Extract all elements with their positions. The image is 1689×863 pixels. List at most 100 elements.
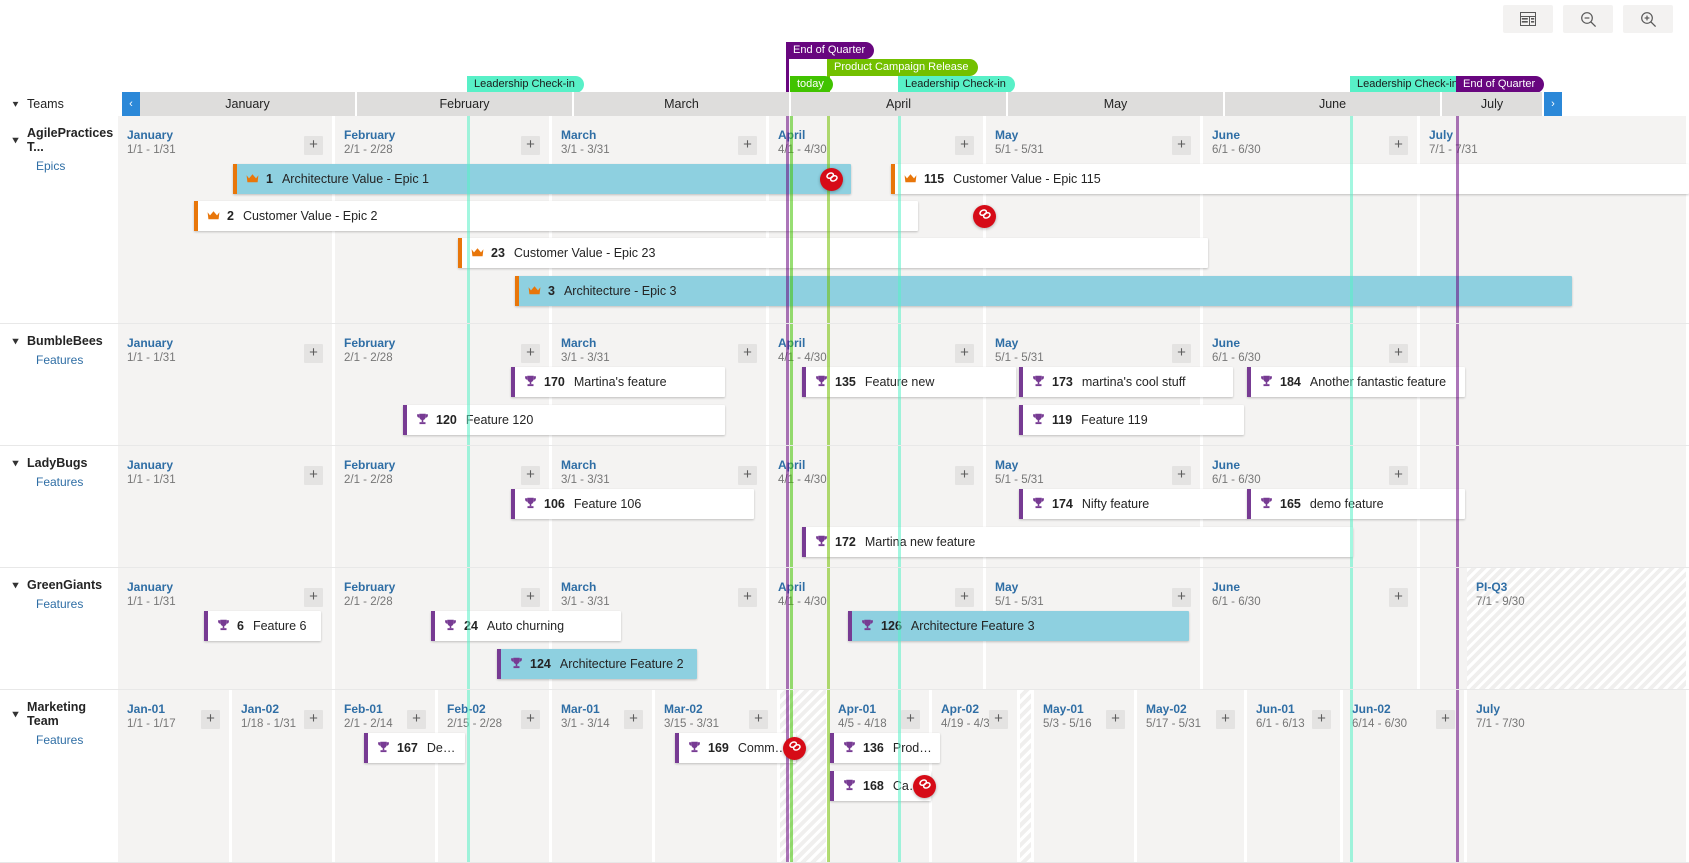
- add-item-button[interactable]: +: [1172, 344, 1191, 363]
- backlog-level-label[interactable]: Features: [13, 353, 118, 367]
- add-item-button[interactable]: +: [738, 588, 757, 607]
- add-item-button[interactable]: +: [521, 344, 540, 363]
- chevron-down-icon[interactable]: ▾: [13, 99, 19, 110]
- feature-bar[interactable]: 169Communica...: [675, 733, 796, 763]
- add-item-button[interactable]: +: [738, 344, 757, 363]
- add-item-button[interactable]: +: [1436, 710, 1455, 729]
- feature-bar[interactable]: 170 Martina's feature: [511, 367, 725, 397]
- team-name-row[interactable]: ▾ LadyBugs: [13, 456, 118, 470]
- teams-header[interactable]: ▾ Teams: [0, 92, 118, 116]
- add-item-button[interactable]: +: [1216, 710, 1235, 729]
- add-item-button[interactable]: +: [1312, 710, 1331, 729]
- iteration-cell[interactable]: May-02 5/17 - 5/31 +: [1137, 690, 1247, 862]
- iteration-cell[interactable]: July 7/1 - 7/30: [1467, 690, 1689, 862]
- add-item-button[interactable]: +: [738, 136, 757, 155]
- feature-bar[interactable]: 167 Develo...: [364, 733, 465, 763]
- add-item-button[interactable]: +: [521, 466, 540, 485]
- iteration-cell[interactable]: May-01 5/3 - 5/16 +: [1034, 690, 1137, 862]
- add-item-button[interactable]: +: [1172, 136, 1191, 155]
- add-item-button[interactable]: +: [1389, 136, 1408, 155]
- scroll-right-button[interactable]: ›: [1544, 92, 1562, 116]
- iteration-cell[interactable]: Feb-01 2/1 - 2/14 +: [335, 690, 438, 862]
- team-name-row[interactable]: ▾ BumbleBees: [13, 334, 118, 348]
- add-item-button[interactable]: +: [407, 710, 426, 729]
- feature-bar[interactable]: 172 Martina new feature: [802, 527, 1353, 557]
- backlog-level-label[interactable]: Features: [13, 475, 118, 489]
- add-item-button[interactable]: +: [304, 466, 323, 485]
- iteration-cell[interactable]: Mar-02 3/15 - 3/31 +: [655, 690, 780, 862]
- iteration-cell[interactable]: January 1/1 - 1/31 +: [118, 446, 335, 567]
- dependency-badge[interactable]: [783, 737, 806, 760]
- iteration-cell[interactable]: Jun-02 6/14 - 6/30 +: [1343, 690, 1467, 862]
- add-item-button[interactable]: +: [521, 710, 540, 729]
- milestone-marker[interactable]: End of Quarter: [786, 42, 875, 59]
- add-item-button[interactable]: +: [1389, 588, 1408, 607]
- dependency-badge[interactable]: [973, 205, 996, 228]
- milestone-marker[interactable]: Leadership Check-in: [467, 76, 584, 93]
- epic-bar[interactable]: 23 Customer Value - Epic 23: [458, 238, 1208, 268]
- backlog-level-label[interactable]: Features: [13, 597, 118, 611]
- milestone-marker[interactable]: today: [790, 76, 833, 93]
- add-item-button[interactable]: +: [304, 710, 323, 729]
- chevron-down-icon[interactable]: ▾: [13, 458, 19, 469]
- chevron-down-icon[interactable]: ▾: [13, 580, 19, 591]
- feature-bar[interactable]: 184 Another fantastic feature: [1247, 367, 1465, 397]
- feature-bar[interactable]: 24 Auto churning: [431, 611, 621, 641]
- add-item-button[interactable]: +: [201, 710, 220, 729]
- feature-bar[interactable]: 165 demo feature: [1247, 489, 1465, 519]
- add-item-button[interactable]: +: [624, 710, 643, 729]
- epic-bar[interactable]: 2 Customer Value - Epic 2: [194, 201, 918, 231]
- feature-bar[interactable]: 174 Nifty feature: [1019, 489, 1248, 519]
- chevron-down-icon[interactable]: ▾: [13, 336, 19, 347]
- iteration-cell[interactable]: Jan-01 1/1 - 1/17 +: [118, 690, 232, 862]
- add-item-button[interactable]: +: [1172, 588, 1191, 607]
- iteration-cell[interactable]: Feb-022/15 - 2/28+: [438, 690, 552, 862]
- iteration-cell[interactable]: June 6/1 - 6/30 +: [1203, 568, 1420, 689]
- iteration-cell[interactable]: Apr-02 4/19 - 4/30 +: [932, 690, 1020, 862]
- add-item-button[interactable]: +: [1389, 466, 1408, 485]
- add-item-button[interactable]: +: [1106, 710, 1125, 729]
- add-item-button[interactable]: +: [955, 466, 974, 485]
- dependency-badge[interactable]: [820, 168, 843, 191]
- add-item-button[interactable]: +: [738, 466, 757, 485]
- add-item-button[interactable]: +: [955, 344, 974, 363]
- add-item-button[interactable]: +: [304, 136, 323, 155]
- feature-bar[interactable]: 6 Feature 6: [204, 611, 321, 641]
- milestone-marker[interactable]: Leadership Check-in: [898, 76, 1015, 93]
- milestone-marker[interactable]: Leadership Check-in: [1350, 76, 1467, 93]
- add-item-button[interactable]: +: [989, 710, 1008, 729]
- dependency-badge[interactable]: [913, 775, 936, 798]
- milestone-marker[interactable]: Product Campaign Release: [827, 59, 978, 76]
- add-item-button[interactable]: +: [749, 710, 768, 729]
- team-name-row[interactable]: ▾ Marketing Team: [13, 700, 118, 728]
- backlog-level-label[interactable]: Features: [13, 733, 118, 747]
- feature-bar[interactable]: 136 Produc...: [830, 733, 940, 763]
- chevron-down-icon[interactable]: ▾: [13, 709, 19, 720]
- epic-bar[interactable]: 1 Architecture Value - Epic 1: [233, 164, 851, 194]
- feature-bar[interactable]: 106 Feature 106: [511, 489, 754, 519]
- epic-bar[interactable]: 115 Customer Value - Epic 115: [891, 164, 1689, 194]
- milestone-marker[interactable]: End of Quarter: [1456, 76, 1545, 93]
- backlog-level-label[interactable]: Epics: [13, 159, 118, 173]
- add-item-button[interactable]: +: [1389, 344, 1408, 363]
- feature-bar[interactable]: 173 martina's cool stuff: [1019, 367, 1233, 397]
- team-name-row[interactable]: ▾ GreenGiants: [13, 578, 118, 592]
- add-item-button[interactable]: +: [304, 588, 323, 607]
- add-item-button[interactable]: +: [1172, 466, 1191, 485]
- feature-bar[interactable]: 119 Feature 119: [1019, 405, 1244, 435]
- chevron-down-icon[interactable]: ▾: [13, 135, 19, 146]
- epic-bar[interactable]: 3 Architecture - Epic 3: [515, 276, 1572, 306]
- iteration-cell[interactable]: PI-Q3 7/1 - 9/30: [1467, 568, 1689, 689]
- add-item-button[interactable]: +: [901, 710, 920, 729]
- team-name-row[interactable]: ▾ AgilePractices T...: [13, 126, 118, 154]
- add-item-button[interactable]: +: [521, 136, 540, 155]
- iteration-cell[interactable]: Jun-01 6/1 - 6/13 +: [1247, 690, 1343, 862]
- feature-bar[interactable]: 124 Architecture Feature 2: [497, 649, 697, 679]
- add-item-button[interactable]: +: [955, 136, 974, 155]
- iteration-cell[interactable]: Mar-01 3/1 - 3/14 +: [552, 690, 655, 862]
- add-item-button[interactable]: +: [955, 588, 974, 607]
- add-item-button[interactable]: +: [521, 588, 540, 607]
- scroll-left-button[interactable]: ‹: [122, 92, 140, 116]
- add-item-button[interactable]: +: [304, 344, 323, 363]
- iteration-cell[interactable]: [1020, 690, 1034, 862]
